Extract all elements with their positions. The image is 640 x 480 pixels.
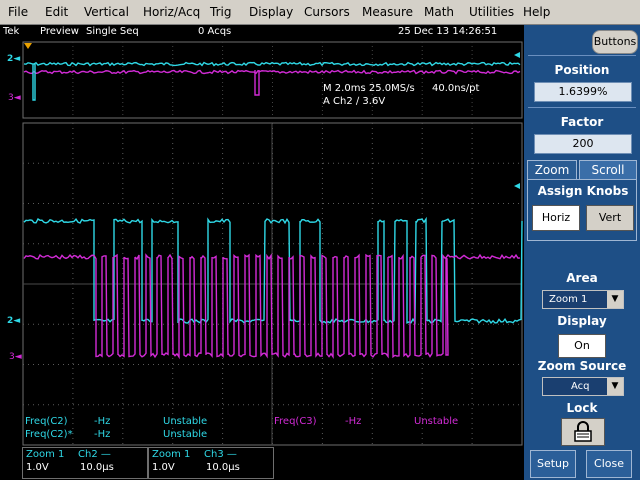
tab-zoom[interactable]: Zoom (527, 160, 577, 180)
zoom-source-value: Acq (571, 381, 590, 392)
ch3-channel-label: Ch3 — (204, 449, 237, 460)
divider (528, 107, 636, 108)
assign-knobs-label: Assign Knobs (537, 184, 629, 198)
meas-2-status: Unstable (163, 429, 208, 440)
ch3-volts: 1.0V (152, 462, 175, 473)
menu-horiz-acq[interactable]: Horiz/Acq (143, 5, 200, 19)
menu-help[interactable]: Help (523, 5, 550, 19)
menu-cursors[interactable]: Cursors (304, 5, 350, 19)
menu-trig[interactable]: Trig (210, 5, 231, 19)
menu-edit[interactable]: Edit (45, 5, 68, 19)
brand-label: Tek (3, 26, 20, 37)
vert-button[interactable]: Vert (586, 205, 634, 231)
acq-count: 0 Acqs (198, 26, 232, 37)
ch2-channel-label: Ch2 — (78, 449, 111, 460)
meas-1-value: -Hz (94, 416, 111, 427)
display-label: Display (557, 314, 607, 328)
position-value[interactable]: 1.6399% (534, 82, 632, 102)
ch3-zoom-label: Zoom 1 (152, 449, 191, 460)
datetime: 25 Dec 13 14:26:51 (398, 26, 498, 37)
tab-scroll[interactable]: Scroll (579, 160, 637, 180)
meas-3-status: Unstable (414, 416, 459, 427)
ch3-time: 10.0µs (206, 462, 240, 473)
display-toggle[interactable]: On (558, 334, 606, 358)
acq-mode-label: Single Seq (86, 26, 139, 37)
area-value: Zoom 1 (549, 294, 588, 305)
zoom-source-label: Zoom Source (537, 359, 627, 373)
ch2-readout-box[interactable]: Zoom 1 Ch2 — 1.0V 10.0µs (22, 447, 148, 479)
menu-bar: File Edit Vertical Horiz/Acq Trig Displa… (0, 0, 640, 25)
ch2-volts: 1.0V (26, 462, 49, 473)
meas-1-status: Unstable (163, 416, 208, 427)
ch2-zoom-label: Zoom 1 (26, 449, 65, 460)
position-label: Position (554, 63, 610, 77)
divider (528, 55, 636, 56)
ch3-readout-box[interactable]: Zoom 1 Ch3 — 1.0V 10.0µs (148, 447, 274, 479)
close-button[interactable]: Close (586, 450, 632, 478)
factor-label: Factor (560, 115, 604, 129)
setup-button[interactable]: Setup (530, 450, 576, 478)
area-label: Area (566, 271, 598, 285)
meas-1-name: Freq(C2) (25, 416, 68, 427)
meas-3-value: -Hz (345, 416, 362, 427)
assign-knobs-group: Assign Knobs Horiz Vert (527, 179, 637, 241)
meas-2-value: -Hz (94, 429, 111, 440)
status-strip: Tek Preview Single Seq 0 Acqs 25 Dec 13 … (0, 25, 523, 40)
buttons-button[interactable]: Buttons (592, 30, 638, 54)
dropdown-arrow-icon: ▼ (607, 291, 623, 308)
timebase-readout: M 2.0ms 25.0MS/s (323, 83, 415, 94)
area-select[interactable]: Zoom 1 ▼ (542, 290, 624, 309)
menu-file[interactable]: File (8, 5, 28, 19)
horiz-button[interactable]: Horiz (532, 205, 580, 231)
meas-2-name: Freq(C2)* (25, 429, 73, 440)
meas-3-name: Freq(C3) (274, 416, 317, 427)
resolution-readout: 40.0ns/pt (432, 83, 480, 94)
trigger-readout: A Ch2 ∕ 3.6V (323, 96, 386, 107)
menu-math[interactable]: Math (424, 5, 454, 19)
waveform-display[interactable] (0, 40, 524, 450)
ch2-marker-zoom[interactable]: 2◄ (7, 316, 20, 326)
ch3-marker-overview[interactable]: 3◄ (8, 93, 21, 103)
lock-label: Lock (566, 401, 598, 415)
lock-button[interactable] (561, 418, 605, 446)
control-panel: Buttons Position 1.6399% Factor 200 Zoom… (524, 25, 640, 480)
lock-icon (574, 421, 592, 442)
zoom-source-select[interactable]: Acq ▼ (542, 377, 624, 396)
preview-label: Preview (40, 26, 79, 37)
ch2-time: 10.0µs (80, 462, 114, 473)
factor-value[interactable]: 200 (534, 134, 632, 154)
menu-display[interactable]: Display (249, 5, 293, 19)
menu-measure[interactable]: Measure (362, 5, 413, 19)
ch2-marker-overview[interactable]: 2◄ (7, 54, 20, 64)
menu-vertical[interactable]: Vertical (84, 5, 129, 19)
dropdown-arrow-icon: ▼ (607, 378, 623, 395)
menu-utilities[interactable]: Utilities (469, 5, 514, 19)
ch3-marker-zoom[interactable]: 3◄ (9, 352, 22, 362)
